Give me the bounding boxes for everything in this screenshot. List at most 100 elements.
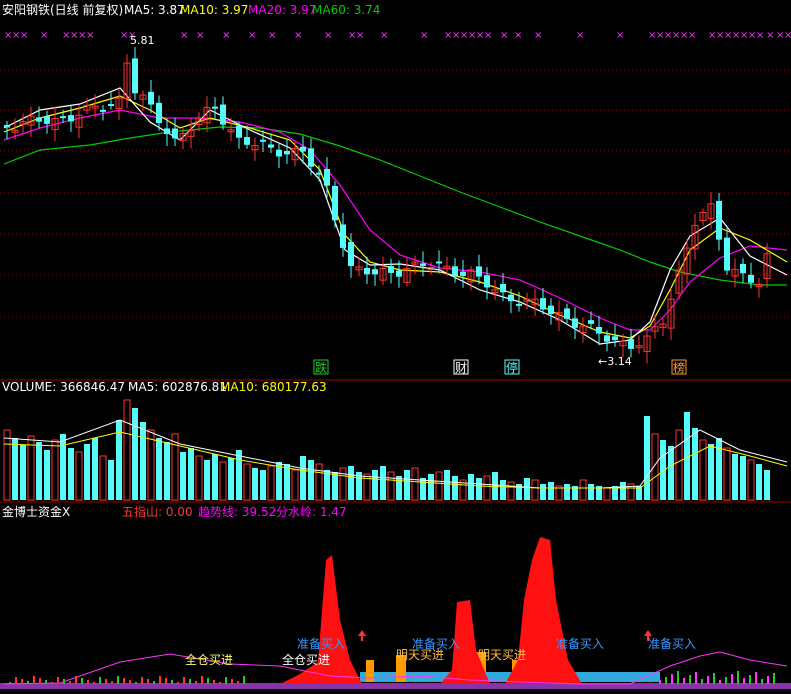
ma60-label: MA60: 3.74 (312, 3, 380, 17)
ma10-label: MA10: 3.97 (180, 3, 248, 17)
price-header: 安阳钢铁(日线 前复权) MA5: 3.87 MA10: 3.97 MA20: … (2, 2, 380, 17)
cross-mark: × (324, 30, 332, 41)
volume-bar-down (372, 470, 378, 500)
volume-bar-down (740, 456, 746, 500)
candle-down (604, 335, 610, 342)
annotation-full-buy: 全仓买进 (282, 652, 330, 667)
volume-bar-down (44, 450, 50, 500)
volume-bar-down (164, 442, 170, 500)
candle-down (500, 284, 506, 293)
volume-bar-down (132, 408, 138, 500)
indicator-header: 金博士资金X 五指山: 0.00 趋势线: 39.52 分水岭: 1.47 (2, 504, 347, 519)
signal-tag-text: 停 (506, 360, 518, 375)
candle-down (612, 336, 618, 341)
candle-down (548, 305, 554, 315)
annotation-tomorrow-buy: 明天买进 (478, 648, 526, 662)
volume-bar-down (308, 460, 314, 500)
candle-down (60, 116, 66, 119)
candle-down (284, 150, 290, 155)
volume-bar-down (500, 480, 506, 500)
volume-bar-down (764, 470, 770, 500)
volume-label: VOLUME: 366846.47 (2, 380, 125, 394)
volume-bar-down (36, 442, 42, 500)
candle-down (236, 125, 242, 138)
candle-down (132, 58, 138, 94)
candle-down (540, 298, 546, 310)
cross-mark: × (40, 30, 48, 41)
candle-down (108, 104, 114, 107)
candle-down (572, 318, 578, 328)
volume-bar-down (84, 444, 90, 500)
cross-mark: × (616, 30, 624, 41)
cross-mark: × (576, 30, 584, 41)
cross-mark: × (514, 30, 522, 41)
volume-bar-down (60, 434, 66, 500)
volume-bar-down (284, 464, 290, 500)
volume-bar-down (668, 446, 674, 500)
candle-down (716, 200, 722, 240)
candle-down (348, 241, 354, 266)
cross-mark: × (248, 30, 256, 41)
candle-down (628, 339, 634, 349)
candle-down (476, 266, 482, 277)
volume-ma10: MA10: 680177.63 (220, 380, 327, 394)
candle-down (156, 102, 162, 124)
volume-bar-down (332, 472, 338, 500)
ma5-label: MA5: 3.87 (124, 3, 185, 17)
volume-bar-down (348, 466, 354, 500)
volume-bar-down (732, 454, 738, 500)
candle-down (308, 148, 314, 167)
cross-mark: × (688, 30, 696, 41)
volume-bar-down (692, 428, 698, 500)
candle-down (364, 268, 370, 275)
annotation-tomorrow-buy: 明天买进 (396, 648, 444, 662)
candle-down (516, 303, 522, 306)
volume-bar-down (476, 478, 482, 500)
candle-down (4, 125, 10, 128)
candle-down (220, 104, 226, 125)
candle-down (44, 116, 50, 124)
volume-bar-down (756, 464, 762, 500)
signal-tag-text: 跌 (315, 360, 327, 375)
candle-down (420, 263, 426, 267)
volume-bar-down (260, 470, 266, 500)
volume-bar-down (228, 458, 234, 500)
annotation-full-buy: 全仓买进 (185, 652, 233, 667)
volume-bar-down (420, 478, 426, 500)
volume-bar-down (588, 484, 594, 500)
volume-bar-down (564, 484, 570, 500)
volume-bar-down (68, 448, 74, 500)
annotation-prepare-buy: 准备买入 (556, 637, 604, 651)
candle-down (388, 265, 394, 273)
volume-bar-down (188, 448, 194, 500)
candle-down (588, 320, 594, 324)
volume-bar-down (180, 452, 186, 500)
candle-down (460, 271, 466, 276)
candle-down (484, 275, 490, 288)
volume-bar-down (428, 474, 434, 500)
candle-down (172, 128, 178, 139)
candle-down (724, 237, 730, 271)
volume-bar-down (236, 450, 242, 500)
candle-down (396, 270, 402, 277)
volume-bar-down (548, 482, 554, 500)
trough-price-label: ←3.14 (598, 355, 632, 368)
candle-down (212, 106, 218, 109)
stock-chart[interactable]: 安阳钢铁(日线 前复权) MA5: 3.87 MA10: 3.97 MA20: … (0, 0, 791, 694)
cross-mark: × (20, 30, 28, 41)
candle-down (68, 115, 74, 122)
volume-bar-down (444, 470, 450, 500)
cross-mark: × (196, 30, 204, 41)
volume-bar-down (92, 438, 98, 500)
annotation-prepare-buy: 准备买入 (297, 637, 345, 651)
volume-bar-down (620, 482, 626, 500)
cross-mark: × (484, 30, 492, 41)
candle-down (164, 128, 170, 135)
signal-tag-text: 财 (455, 361, 467, 375)
candle-down (596, 326, 602, 334)
cross-mark: × (784, 30, 791, 41)
cross-mark: × (420, 30, 428, 41)
volume-bar-down (276, 462, 282, 500)
candle-down (324, 169, 330, 186)
volume-bar-down (204, 460, 210, 500)
